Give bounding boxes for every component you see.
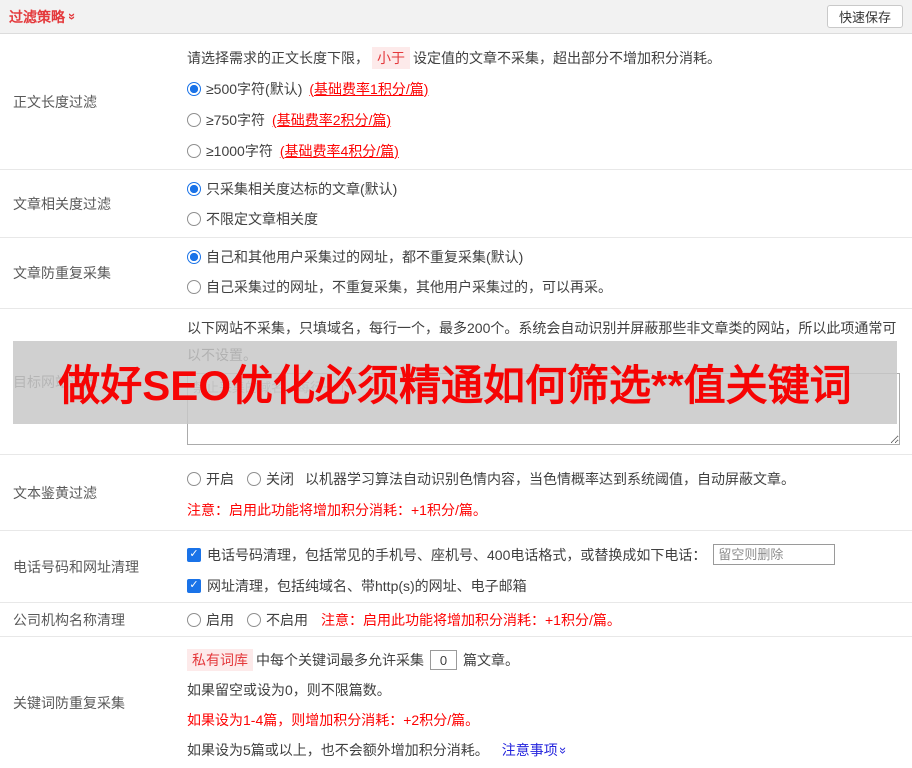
company-off-label: 不启用 [266, 612, 308, 628]
phone-cleanup-label: 电话号码清理，包括常见的手机号、座机号、400电话格式，或替换成如下电话： [207, 546, 707, 563]
radio-relevance-strict[interactable] [187, 182, 201, 196]
seo-promo-banner-overlay: 做好SEO优化必须精通如何筛选**值关键词 [13, 341, 897, 424]
radio-company-off[interactable] [247, 613, 261, 627]
row-label-phone-url: 电话号码和网址清理 [13, 558, 139, 575]
row-dedup-collection: 文章防重复采集 自己和其他用户采集过的网址，都不重复采集(默认) 自己采集过的网… [0, 238, 912, 309]
double-chevron-down-icon: » [65, 12, 81, 21]
radio-dedup-all-users[interactable] [187, 250, 201, 264]
radio-1000-chars[interactable] [187, 143, 201, 158]
header-bar: 过滤策略 » 快速保存 [0, 0, 912, 34]
radio-500-chars[interactable] [187, 81, 201, 96]
radio-company-on[interactable] [187, 613, 201, 627]
fee-note-1000: (基础费率4积分/篇) [279, 142, 399, 159]
row-company-cleanup: 公司机构名称清理 启用 不启用 注意：启用此功能将增加积分消耗：+1积分/篇。 [0, 603, 912, 637]
row-label-dedup: 文章防重复采集 [13, 265, 111, 281]
porn-on-label: 开启 [206, 470, 234, 487]
row-label-relevance: 文章相关度过滤 [13, 195, 111, 212]
quick-save-button[interactable]: 快速保存 [826, 5, 903, 28]
porn-off-label: 关闭 [266, 470, 294, 487]
fee-note-500: (基础费率1积分/篇) [309, 80, 429, 97]
page-title-label: 过滤策略 [9, 8, 65, 25]
option-dedup-all-users[interactable]: 自己和其他用户采集过的网址，都不重复采集(默认) [187, 242, 912, 272]
row-relevance-filter: 文章相关度过滤 只采集相关度达标的文章(默认) 不限定文章相关度 [0, 170, 912, 238]
row-porn-filter: 文本鉴黄过滤 开启 关闭 以机器学习算法自动识别色情内容，当色情概率达到系统阈值… [0, 455, 912, 531]
radio-dedup-self-only[interactable] [187, 280, 201, 294]
option-500-chars[interactable]: ≥500字符(默认) (基础费率1积分/篇) [187, 73, 912, 104]
option-750-chars[interactable]: ≥750字符 (基础费率2积分/篇) [187, 104, 912, 135]
option-relevance-any[interactable]: 不限定文章相关度 [187, 204, 912, 234]
option-dedup-self-only[interactable]: 自己采集过的网址，不重复采集，其他用户采集过的，可以再采。 [187, 272, 912, 302]
checkbox-phone-cleanup[interactable] [187, 547, 201, 562]
radio-relevance-any[interactable] [187, 212, 201, 226]
porn-fee-note: 注意：启用此功能将增加积分消耗：+1积分/篇。 [187, 501, 487, 518]
double-chevron-down-icon: » [555, 746, 571, 754]
row-text-length-filter: 正文长度过滤 请选择需求的正文长度下限， 小于 设定值的文章不采集，超出部分不增… [0, 34, 912, 170]
radio-porn-on[interactable] [187, 471, 201, 486]
text-length-intro: 请选择需求的正文长度下限， 小于 设定值的文章不采集，超出部分不增加积分消耗。 [187, 42, 912, 73]
filter-strategy-page: 过滤策略 » 快速保存 正文长度过滤 请选择需求的正文长度下限， 小于 设定值的… [0, 0, 912, 768]
row-label-keyword-dedup: 关键词防重复采集 [13, 694, 125, 711]
notice-link[interactable]: 注意事项 » [502, 740, 571, 760]
fee-note-750: (基础费率2积分/篇) [272, 111, 392, 128]
option-1000-chars[interactable]: ≥1000字符 (基础费率4积分/篇) [187, 135, 912, 166]
option-relevance-strict[interactable]: 只采集相关度达标的文章(默认) [187, 174, 912, 204]
radio-porn-off[interactable] [247, 471, 261, 486]
porn-desc: 以机器学习算法自动识别色情内容，当色情概率达到系统阈值，自动屏蔽文章。 [305, 470, 795, 487]
row-label-text-length: 正文长度过滤 [13, 93, 97, 110]
keyword-note-fee: 如果设为1-4篇，则增加积分消耗：+2积分/篇。 [187, 712, 480, 728]
less-than-highlight: 小于 [372, 46, 410, 69]
row-phone-url-cleanup: 电话号码和网址清理 电话号码清理，包括常见的手机号、座机号、400电话格式，或替… [0, 531, 912, 603]
seo-promo-banner-text: 做好SEO优化必须精通如何筛选**值关键词 [58, 362, 852, 409]
private-thesaurus-highlight: 私有词库 [187, 649, 253, 671]
checkbox-url-cleanup[interactable] [187, 578, 201, 593]
company-fee-note: 注意：启用此功能将增加积分消耗：+1积分/篇。 [321, 612, 621, 628]
page-title[interactable]: 过滤策略 » [9, 7, 81, 27]
radio-750-chars[interactable] [187, 112, 201, 127]
row-label-porn-filter: 文本鉴黄过滤 [13, 484, 97, 501]
row-keyword-dedup: 关键词防重复采集 私有词库 中每个关键词最多允许采集 篇文章。 如果留空或设为0… [0, 637, 912, 768]
max-articles-input[interactable] [430, 650, 457, 670]
replacement-phone-input[interactable] [713, 544, 836, 565]
keyword-note-five: 如果设为5篇或以上，也不会额外增加积分消耗。 [187, 742, 489, 758]
company-on-label: 启用 [206, 612, 234, 628]
row-label-company: 公司机构名称清理 [13, 611, 125, 628]
keyword-note-zero: 如果留空或设为0，则不限篇数。 [187, 682, 391, 698]
url-cleanup-label: 网址清理，包括纯域名、带http(s)的网址、电子邮箱 [207, 577, 527, 594]
